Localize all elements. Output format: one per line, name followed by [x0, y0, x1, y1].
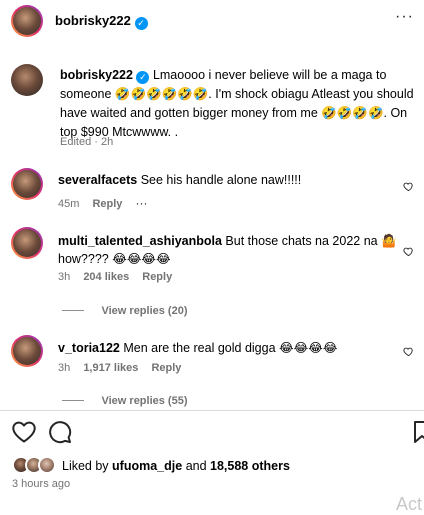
- liker-avatar: [38, 456, 56, 474]
- comment-likes[interactable]: 204 likes: [83, 271, 129, 283]
- reply-button[interactable]: Reply: [142, 271, 172, 283]
- likes-others[interactable]: 18,588 others: [210, 459, 290, 473]
- comment-username[interactable]: v_toria122: [58, 341, 120, 355]
- caption-meta: Edited · 2h: [60, 136, 114, 148]
- comment-text: See his handle alone naw!!!!!: [140, 173, 302, 187]
- comment-avatar[interactable]: [11, 335, 43, 367]
- post-timestamp: 3 hours ago: [12, 478, 71, 490]
- header-username[interactable]: bobrisky222: [55, 13, 131, 28]
- comment-username[interactable]: multi_talented_ashiyanbola: [58, 234, 222, 248]
- view-replies-button[interactable]: View replies (55): [101, 395, 187, 407]
- watermark: Act: [396, 494, 423, 514]
- caption-username[interactable]: bobrisky222: [60, 68, 133, 82]
- view-replies-line: [62, 400, 84, 402]
- more-horizontal-icon[interactable]: ···: [395, 8, 414, 26]
- verified-badge-icon: ✓: [136, 71, 150, 84]
- comment-time: 3h: [58, 271, 71, 283]
- caption-avatar[interactable]: [11, 64, 43, 96]
- verified-badge-icon: ✓: [134, 17, 148, 30]
- likes-middle: and: [185, 459, 207, 473]
- heart-icon[interactable]: [12, 421, 36, 443]
- likes-prefix: Liked by: [62, 459, 109, 473]
- comment-text: Men are the real gold digga 😂😂😂😂: [123, 341, 338, 355]
- reply-button[interactable]: Reply: [151, 362, 181, 374]
- view-replies-button[interactable]: View replies (20): [101, 305, 187, 317]
- comment-like-icon[interactable]: [403, 246, 414, 257]
- divider: [0, 410, 424, 411]
- comment-username[interactable]: severalfacets: [58, 173, 137, 187]
- more-horizontal-icon[interactable]: ···: [136, 196, 148, 210]
- comment-like-icon[interactable]: [403, 181, 414, 192]
- comment-like-icon[interactable]: [403, 346, 414, 357]
- header-avatar[interactable]: [11, 5, 43, 37]
- comment-likes[interactable]: 1,917 likes: [83, 362, 138, 374]
- comment-icon[interactable]: [48, 420, 72, 444]
- comment-avatar[interactable]: [11, 168, 43, 200]
- view-replies-line: [62, 310, 84, 312]
- bookmark-icon[interactable]: [413, 420, 424, 444]
- reply-button[interactable]: Reply: [92, 198, 122, 210]
- comment-time: 45m: [58, 198, 80, 210]
- comment-time: 3h: [58, 362, 71, 374]
- comment-avatar[interactable]: [11, 227, 43, 259]
- liker-username[interactable]: ufuoma_dje: [112, 459, 182, 473]
